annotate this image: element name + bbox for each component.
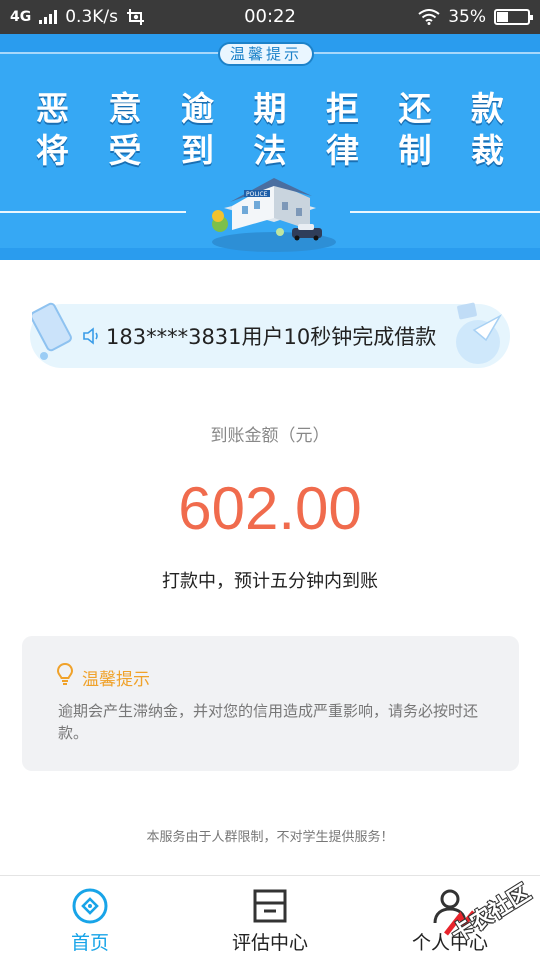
wifi-icon xyxy=(418,9,440,25)
battery-icon xyxy=(494,9,533,25)
warning-banner: 温馨提示 恶意逾期拒还款 将受到法律制裁 POLICE xyxy=(0,34,540,260)
banner-badge: 温馨提示 xyxy=(218,42,314,66)
banner-headline-1: 恶意逾期拒还款 xyxy=(36,89,506,128)
lightbulb-icon xyxy=(56,662,74,685)
banner-rule-left xyxy=(0,211,186,213)
status-bar: 4G 0.3K/s 00:22 35% xyxy=(0,0,540,34)
tip-card: 温馨提示 逾期会产生滞纳金，并对您的信用造成严重影响，请务必按时还款。 xyxy=(22,636,519,771)
notice-text: 183****3831用户10秒钟完成借款 xyxy=(106,325,437,349)
amount-value: 602.00 xyxy=(178,475,362,542)
police-station-illustration: POLICE xyxy=(212,178,336,252)
phone-illustration xyxy=(32,302,72,360)
speaker-icon xyxy=(83,327,98,345)
banner-headline-2: 将受到法律制裁 xyxy=(36,131,506,170)
loan-notice-marquee: 183****3831用户10秒钟完成借款 xyxy=(30,302,510,368)
tab-home-label: 首页 xyxy=(70,932,109,954)
battery-percent: 35% xyxy=(448,7,486,27)
home-icon xyxy=(72,888,108,924)
tab-assessment[interactable]: 评估中心 xyxy=(180,876,360,960)
amount-label: 到账金额（元） xyxy=(210,426,330,446)
status-right: 35% xyxy=(418,0,533,34)
tip-body: 逾期会产生滞纳金，并对您的信用造成严重影响，请务必按时还款。 xyxy=(58,702,479,742)
tab-assessment-label: 评估中心 xyxy=(231,932,308,954)
payout-status: 打款中，预计五分钟内到账 xyxy=(162,571,378,592)
tip-title: 温馨提示 xyxy=(82,670,150,690)
watermark-text: 卡农社区 xyxy=(447,880,536,949)
watermark-logo: 卡农社区 xyxy=(436,878,540,948)
service-restriction-note: 本服务由于人群限制，不对学生提供服务！ xyxy=(146,830,394,845)
assessment-icon xyxy=(253,889,287,923)
police-sign: POLICE xyxy=(246,191,268,198)
banner-rule-right xyxy=(350,211,540,213)
tab-home[interactable]: 首页 xyxy=(0,876,180,960)
